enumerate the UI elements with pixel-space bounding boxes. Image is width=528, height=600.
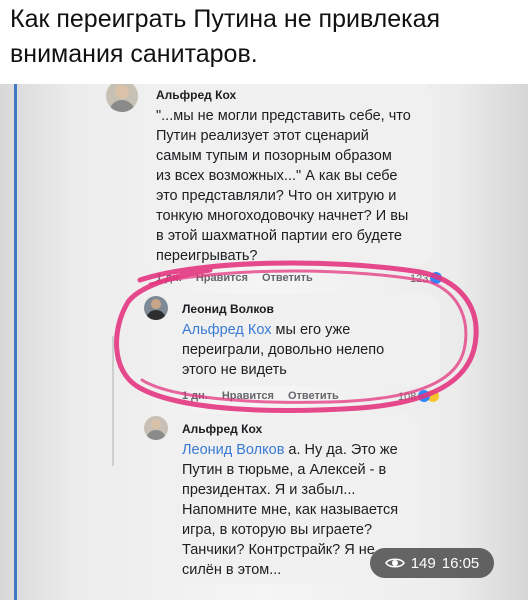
comment-line: Напомните мне, как называется — [182, 502, 399, 518]
post-title: Как переиграть Путина не привлекая внима… — [10, 5, 441, 68]
avatar[interactable] — [144, 416, 168, 440]
mention-link[interactable]: Леонид Волков — [182, 442, 284, 458]
eye-icon — [384, 558, 405, 568]
views-overlay: 149 16:05 — [370, 548, 494, 578]
comment-line: Леонид Волков а. Ну да. Это же — [182, 440, 418, 460]
screenshot-panel: Альфред Кох "...мы не могли представить … — [0, 84, 528, 600]
view-count: 149 — [410, 554, 436, 572]
comment-author[interactable]: Альфред Кох — [182, 422, 262, 436]
comment-line: игра, в которую вы играете? — [182, 522, 373, 538]
comment-line-rest: а. Ну да. Это же — [284, 442, 398, 458]
comment-line: Путин в тюрьме, а Алексей - в — [182, 462, 387, 478]
comment-line: президентах. Я и забыл... — [182, 482, 356, 498]
post-time: 16:05 — [441, 554, 480, 572]
